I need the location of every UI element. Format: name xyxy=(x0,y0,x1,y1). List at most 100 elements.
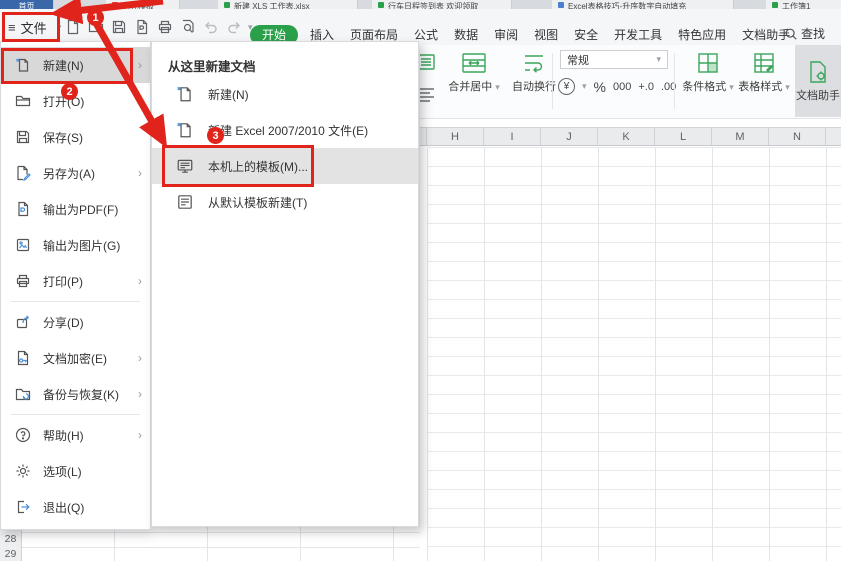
menu-item-new[interactable]: 新建(N) › xyxy=(1,47,150,83)
tab-new-xls-worksheet[interactable]: 新建 XLS 工作表.xlsx xyxy=(218,0,358,9)
merge-center-button[interactable]: 合并居中 ▾ xyxy=(446,51,502,94)
submenu-item-label: 从默认模板新建(T) xyxy=(208,195,308,210)
file-menu-button[interactable]: ≡ 文件 xyxy=(8,16,47,38)
menu-item-label: 分享(D) xyxy=(43,315,84,330)
chevron-down-icon[interactable]: ▾ xyxy=(582,81,587,92)
align-icon-partial[interactable] xyxy=(420,83,436,107)
number-format-buttons: ¥ ▾ % 000 +.0 .00 xyxy=(558,78,676,95)
submenu-item-local-templates[interactable]: 本机上的模板(M)... xyxy=(152,148,418,184)
menu-item-label: 输出为图片(G) xyxy=(43,238,121,253)
column-header[interactable]: M xyxy=(712,128,769,145)
tab-home[interactable]: 首页 xyxy=(0,0,54,9)
tab-data[interactable]: 数据 xyxy=(446,25,486,45)
export-pdf-icon[interactable] xyxy=(133,18,151,36)
menu-item-label: 文档加密(E) xyxy=(43,351,107,366)
tab-review[interactable]: 审阅 xyxy=(486,25,526,45)
conditional-format-button[interactable]: 条件格式 ▾ xyxy=(680,51,736,94)
help-icon xyxy=(15,427,31,443)
tab-excel-tips[interactable]: Excel表格技巧-升序数字自动填充 xyxy=(552,0,734,9)
sheet-grid[interactable] xyxy=(427,147,841,561)
table-style-button[interactable]: 表格样式 ▾ xyxy=(736,51,792,94)
row-header[interactable]: 29 xyxy=(0,547,21,561)
print-icon[interactable] xyxy=(156,18,174,36)
undo-icon[interactable] xyxy=(202,18,220,36)
submenu-item-new[interactable]: 新建(N) xyxy=(152,76,418,112)
tab-signin-sheet[interactable]: 行车日程签到表 欢迎领取 xyxy=(372,0,512,9)
open-folder-icon[interactable] xyxy=(87,18,105,36)
menu-item-label: 帮助(H) xyxy=(43,428,84,443)
submenu-arrow-icon: › xyxy=(138,166,142,180)
wrap-text-icon xyxy=(525,55,543,73)
percent-format-button[interactable]: % xyxy=(594,79,606,95)
column-header[interactable]: I xyxy=(484,128,541,145)
tab-label: 首页 xyxy=(18,2,35,9)
align-icon-partial[interactable] xyxy=(420,51,436,75)
document-tab-strip: 首页 稻壳模板 新建 XLS 工作表.xlsx 行车日程签到表 欢迎领取 Exc… xyxy=(0,0,841,9)
wrap-text-button[interactable]: 自动换行 xyxy=(506,51,562,94)
doc-assistant-label: 文档助手 xyxy=(796,89,840,102)
spreadsheet-area[interactable]: H I J K L M N xyxy=(420,118,841,561)
submenu-arrow-icon: › xyxy=(138,387,142,401)
column-header[interactable]: H xyxy=(427,128,484,145)
find-button[interactable]: 查找 xyxy=(784,25,825,42)
column-header[interactable]: L xyxy=(655,128,712,145)
tab-developer-tools[interactable]: 开发工具 xyxy=(606,25,670,45)
menu-item-help[interactable]: 帮助(H) › xyxy=(1,417,150,453)
menu-item-export-image[interactable]: 输出为图片(G) xyxy=(1,227,150,263)
chevron-down-icon: ▾ xyxy=(656,54,661,64)
tab-docer-templates[interactable]: 稻壳模板 xyxy=(106,0,180,9)
menu-item-open[interactable]: 打开(O) xyxy=(1,83,150,119)
search-icon xyxy=(785,28,797,40)
save-icon[interactable] xyxy=(110,18,128,36)
row-header[interactable]: 28 xyxy=(0,532,21,547)
number-format-select[interactable]: 常规 ▾ xyxy=(560,50,668,69)
column-header[interactable]: N xyxy=(769,128,826,145)
default-template-icon xyxy=(178,195,192,209)
submenu-item-new-from-default-template[interactable]: 从默认模板新建(T) xyxy=(152,184,418,220)
doc-assistant-button[interactable]: 文档助手 xyxy=(795,45,841,117)
menu-item-save-as[interactable]: 另存为(A) › xyxy=(1,155,150,191)
menu-item-exit[interactable]: 退出(Q) xyxy=(1,489,150,525)
chevron-down-icon: ▾ xyxy=(495,82,500,92)
file-button-label: 文件 xyxy=(20,20,47,36)
new-document-icon[interactable] xyxy=(64,18,82,36)
increase-decimal-button[interactable]: +.0 xyxy=(638,81,654,93)
tab-label: 工作簿1 xyxy=(782,2,811,9)
ribbon-content: 合并居中 ▾ 自动换行 常规 ▾ ¥ ▾ % 000 +.0 .00 条件格式 … xyxy=(420,45,841,119)
menu-item-print[interactable]: 打印(P) › xyxy=(1,263,150,299)
menu-item-encrypt[interactable]: 文档加密(E) › xyxy=(1,340,150,376)
export-pdf-icon xyxy=(18,201,29,217)
gear-icon xyxy=(16,464,30,478)
tab-label: 行车日程签到表 欢迎领取 xyxy=(388,2,479,9)
redo-icon[interactable] xyxy=(225,18,243,36)
thousands-separator-button[interactable]: 000 xyxy=(613,81,631,93)
file-chevron-down-icon[interactable]: ▾ xyxy=(57,22,62,33)
currency-format-button[interactable]: ¥ xyxy=(558,78,575,95)
number-format-value: 常规 xyxy=(567,54,589,67)
menu-item-options[interactable]: 选项(L) xyxy=(1,453,150,489)
open-folder-icon xyxy=(15,95,31,107)
column-header[interactable]: J xyxy=(541,128,598,145)
column-header[interactable]: K xyxy=(598,128,655,145)
tab-security[interactable]: 安全 xyxy=(566,25,606,45)
tab-view[interactable]: 视图 xyxy=(526,25,566,45)
menu-item-share[interactable]: 分享(D) xyxy=(1,304,150,340)
menu-item-label: 新建(N) xyxy=(43,58,84,73)
new-document-icon xyxy=(177,86,191,102)
menu-item-label: 输出为PDF(F) xyxy=(43,202,119,217)
menu-item-save[interactable]: 保存(S) xyxy=(1,119,150,155)
sheet-bottom-strip[interactable]: 27 28 29 xyxy=(0,527,420,561)
tab-workbook1[interactable]: 工作簿1 xyxy=(766,0,841,9)
menu-item-backup-restore[interactable]: 备份与恢复(K) › xyxy=(1,376,150,412)
submenu-item-label: 新建 Excel 2007/2010 文件(E) xyxy=(208,123,369,138)
sheet-icon xyxy=(224,2,230,8)
merge-center-icon xyxy=(462,53,486,73)
submenu-arrow-icon: › xyxy=(138,58,142,72)
new-document-submenu-panel: 从这里新建文档 新建(N) 新建 Excel 2007/2010 文件(E) 本… xyxy=(151,41,419,527)
submenu-item-new-excel-2007[interactable]: 新建 Excel 2007/2010 文件(E) xyxy=(152,112,418,148)
tab-special-features[interactable]: 特色应用 xyxy=(670,25,734,45)
print-preview-icon[interactable] xyxy=(179,18,197,36)
column-header-row: H I J K L M N xyxy=(420,127,841,146)
menu-item-export-pdf[interactable]: 输出为PDF(F) xyxy=(1,191,150,227)
document-encrypt-icon xyxy=(17,350,29,366)
